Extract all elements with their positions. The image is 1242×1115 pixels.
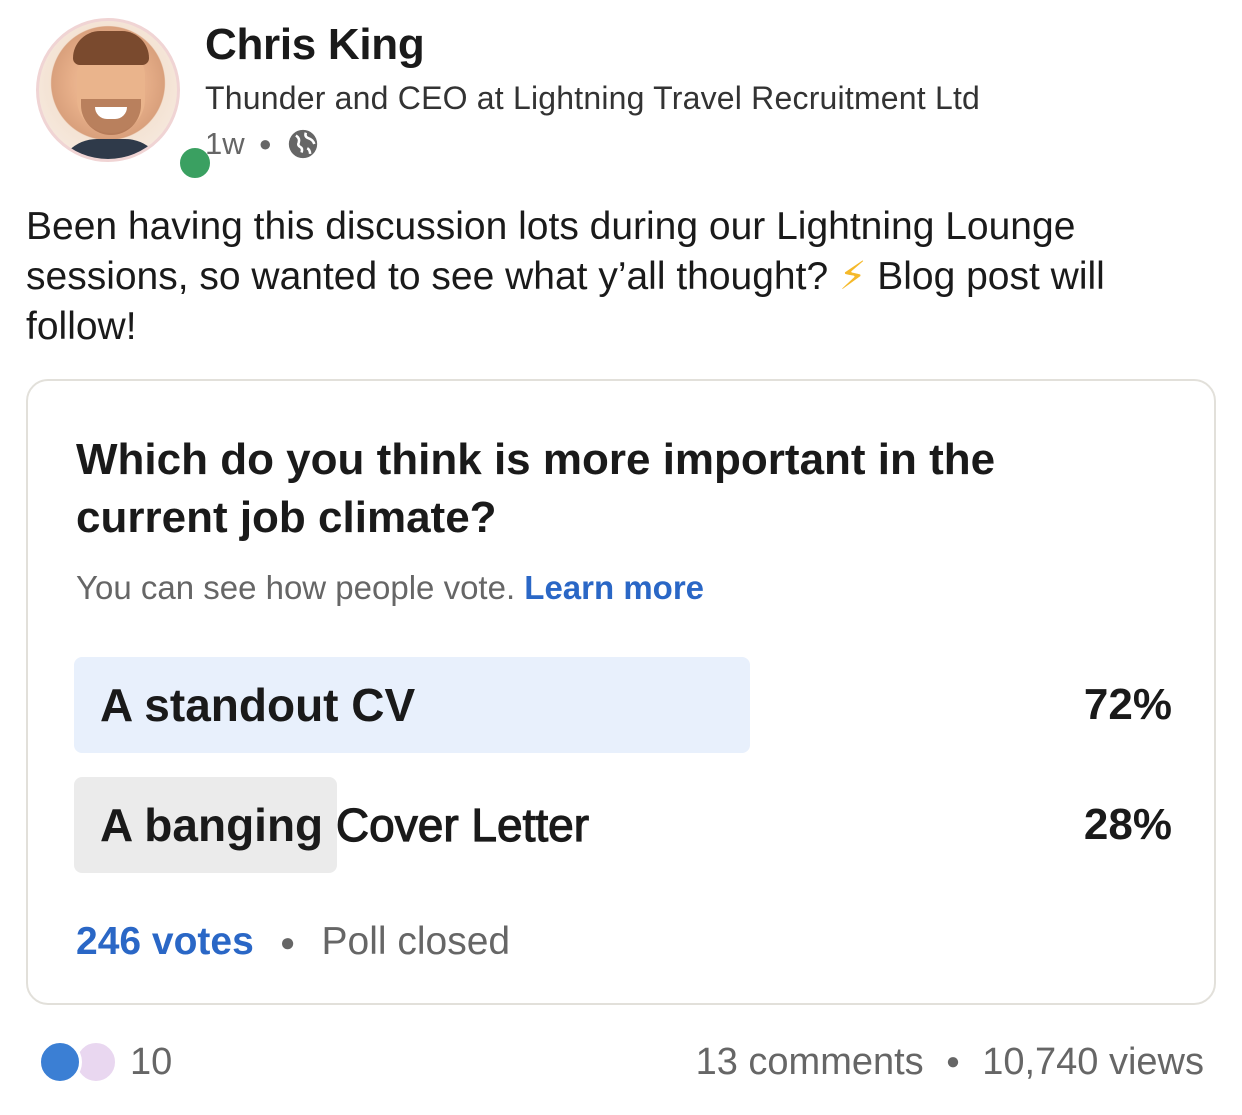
reaction-count: 10 xyxy=(130,1040,173,1083)
poll-footer: 246 votes ● Poll closed xyxy=(76,915,510,969)
social-separator: ● xyxy=(945,1048,961,1075)
learn-more-link[interactable]: Learn more xyxy=(524,569,704,606)
lightning-emoji-icon: ⚡ xyxy=(838,255,867,298)
views-count[interactable]: 10,740 views xyxy=(982,1041,1204,1084)
reactions-summary[interactable]: 10 xyxy=(38,1038,172,1086)
poll-card: Which do you think is more important in … xyxy=(26,379,1216,1005)
comments-link[interactable]: 13 comments xyxy=(696,1041,924,1084)
globe-icon xyxy=(288,129,318,159)
poll-option-label: A banging Cover Letter xyxy=(100,798,590,851)
poll-option[interactable]: A banging Cover Letter 28% xyxy=(74,777,1172,873)
feed-post: Chris King Thunder and CEO at Lightning … xyxy=(0,0,1242,1115)
engagement-summary: 13 comments ● 10,740 views xyxy=(696,1038,1204,1086)
post-text: Been having this discussion lots during … xyxy=(26,205,1105,348)
votes-link[interactable]: 246 votes xyxy=(76,920,254,964)
post-meta: 1w ● xyxy=(205,124,320,164)
poll-status: Poll closed xyxy=(321,920,511,963)
author-headline: Thunder and CEO at Lightning Travel Recr… xyxy=(205,80,981,116)
author-name[interactable]: Chris King xyxy=(205,20,425,70)
poll-question: Which do you think is more important in … xyxy=(76,435,996,542)
like-icon xyxy=(38,1040,82,1084)
footer-separator: ● xyxy=(279,926,296,957)
meta-separator: ● xyxy=(258,131,272,156)
poll-visibility-note: You can see how people vote. Learn more xyxy=(76,569,705,606)
poll-option-percent: 72% xyxy=(1083,680,1172,729)
poll-option-label: A standout CV xyxy=(100,679,416,731)
post-time: 1w xyxy=(205,126,245,161)
avatar xyxy=(36,18,180,162)
poll-option[interactable]: A standout CV 72% xyxy=(74,657,1172,753)
poll-option-percent: 28% xyxy=(1083,800,1172,849)
author-avatar[interactable] xyxy=(36,18,216,184)
